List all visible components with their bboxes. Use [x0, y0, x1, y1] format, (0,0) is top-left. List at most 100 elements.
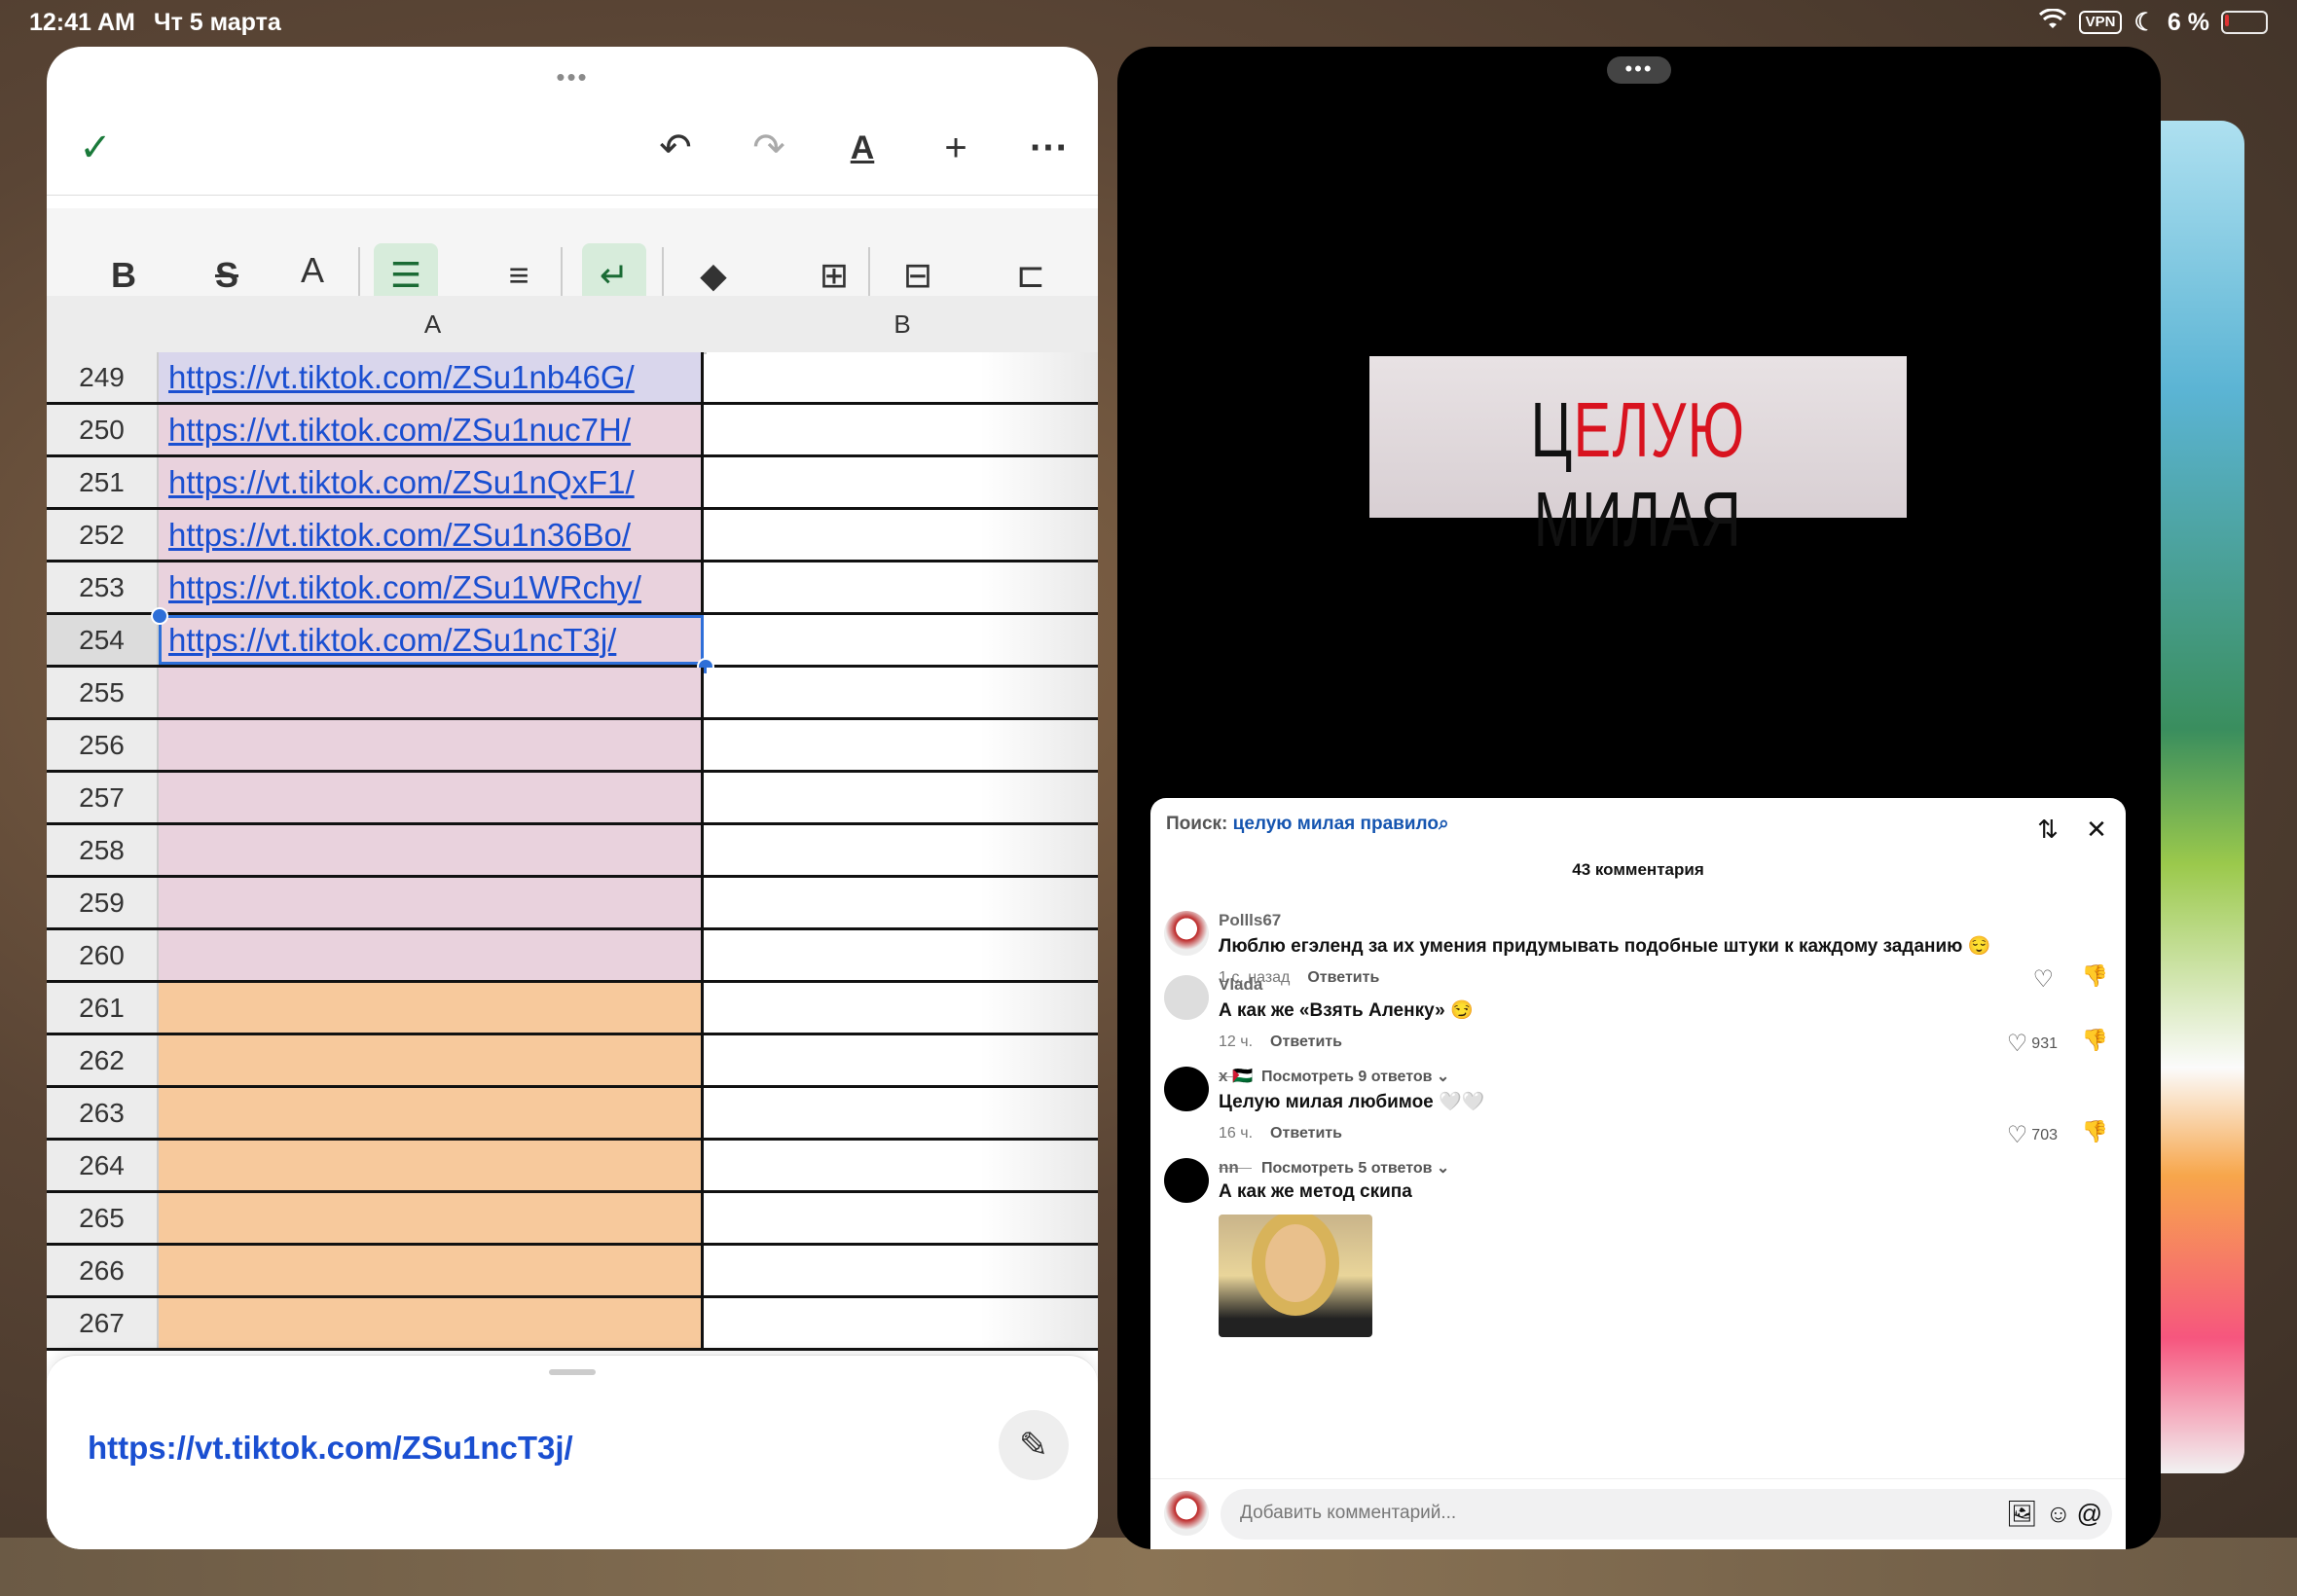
- column-header-a[interactable]: A: [159, 296, 709, 354]
- cell-a[interactable]: [159, 930, 704, 980]
- mention-icon[interactable]: @: [2077, 1499, 2102, 1529]
- cell-b[interactable]: [707, 1141, 1098, 1190]
- like-button[interactable]: ♡ 703: [2007, 1121, 2058, 1149]
- cell-a[interactable]: [159, 1088, 704, 1138]
- avatar[interactable]: [1164, 975, 1209, 1020]
- redo-icon[interactable]: ↷: [740, 119, 798, 177]
- row-header[interactable]: 259: [47, 878, 159, 927]
- column-header-b[interactable]: B: [707, 296, 1098, 354]
- cell-b[interactable]: [707, 1035, 1098, 1085]
- cell-a[interactable]: [159, 1035, 704, 1085]
- cell-b[interactable]: [707, 405, 1098, 454]
- selection-handle-start[interactable]: [151, 607, 168, 625]
- avatar[interactable]: [1164, 1158, 1209, 1203]
- cell-editor-value[interactable]: https://vt.tiktok.com/ZSu1ncT3j/: [88, 1430, 573, 1467]
- cell-b[interactable]: [707, 615, 1098, 665]
- pencil-icon[interactable]: ✎: [999, 1410, 1069, 1480]
- comment-username[interactable]: Pollls67: [1219, 911, 1281, 930]
- cell-b[interactable]: [707, 720, 1098, 770]
- row-header[interactable]: 262: [47, 1035, 159, 1085]
- video-frame[interactable]: ЦЕЛУЮ МИЛАЯ: [1369, 356, 1907, 562]
- cell-a[interactable]: [159, 1193, 704, 1243]
- cell-a[interactable]: [159, 1246, 704, 1295]
- cell-b[interactable]: [707, 773, 1098, 822]
- more-icon[interactable]: ···: [1020, 119, 1078, 177]
- cell-b[interactable]: [707, 1088, 1098, 1138]
- cell-b[interactable]: [707, 983, 1098, 1033]
- dislike-icon[interactable]: 👎: [2082, 1028, 2108, 1053]
- row-header[interactable]: 254: [47, 615, 159, 665]
- cell-a[interactable]: https://vt.tiktok.com/ZSu1ncT3j/: [159, 615, 704, 665]
- reply-button[interactable]: Ответить: [1270, 1034, 1342, 1050]
- search-header[interactable]: Поиск: целую милая правило⌕: [1166, 814, 1449, 835]
- reply-button[interactable]: Ответить: [1270, 1125, 1342, 1142]
- row-header[interactable]: 253: [47, 562, 159, 612]
- row-header[interactable]: 260: [47, 930, 159, 980]
- image-icon[interactable]: 🖼: [2006, 1499, 2038, 1529]
- cell-a[interactable]: [159, 878, 704, 927]
- cell-b[interactable]: [707, 562, 1098, 612]
- cell-b[interactable]: [707, 510, 1098, 560]
- cell-b[interactable]: [707, 1298, 1098, 1348]
- like-button[interactable]: ♡ 931: [2007, 1030, 2058, 1058]
- sort-icon[interactable]: ⇅: [2028, 810, 2067, 849]
- background-app-card[interactable]: [2159, 121, 2244, 1473]
- cell-b[interactable]: [707, 930, 1098, 980]
- cell-a[interactable]: https://vt.tiktok.com/ZSu1nuc7H/: [159, 405, 704, 454]
- cell-a[interactable]: [159, 1298, 704, 1348]
- row-header[interactable]: 249: [47, 352, 159, 402]
- text-color-button[interactable]: A: [280, 243, 345, 304]
- cell-b[interactable]: [707, 352, 1098, 402]
- row-header[interactable]: 265: [47, 1193, 159, 1243]
- row-header[interactable]: 261: [47, 983, 159, 1033]
- row-header[interactable]: 252: [47, 510, 159, 560]
- cell-a[interactable]: https://vt.tiktok.com/ZSu1WRchy/: [159, 562, 704, 612]
- cell-a[interactable]: [159, 1141, 704, 1190]
- undo-icon[interactable]: ↶: [646, 119, 705, 177]
- row-header[interactable]: 258: [47, 825, 159, 875]
- cell-a[interactable]: [159, 720, 704, 770]
- corner-header[interactable]: [47, 296, 159, 354]
- avatar[interactable]: [1164, 911, 1209, 956]
- comment-username[interactable]: x 🇵🇸: [1219, 1067, 1253, 1086]
- row-header[interactable]: 256: [47, 720, 159, 770]
- plus-icon[interactable]: +: [927, 119, 985, 177]
- search-query[interactable]: целую милая правило: [1233, 814, 1439, 834]
- emoji-icon[interactable]: ☺: [2045, 1499, 2071, 1529]
- row-header[interactable]: 255: [47, 668, 159, 717]
- row-header[interactable]: 251: [47, 457, 159, 507]
- comment-image[interactable]: [1219, 1215, 1372, 1337]
- cell-b[interactable]: [707, 668, 1098, 717]
- row-header[interactable]: 266: [47, 1246, 159, 1295]
- text-format-icon[interactable]: A: [833, 119, 892, 177]
- cell-b[interactable]: [707, 1246, 1098, 1295]
- cell-a[interactable]: https://vt.tiktok.com/ZSu1nQxF1/: [159, 457, 704, 507]
- cell-b[interactable]: [707, 878, 1098, 927]
- cell-a[interactable]: [159, 668, 704, 717]
- comment-meta: 16 ч. Ответить: [1219, 1125, 1342, 1143]
- comment-username[interactable]: Vlada: [1219, 975, 1262, 995]
- cell-a[interactable]: [159, 983, 704, 1033]
- panel-grabber[interactable]: [549, 1369, 596, 1375]
- row-header[interactable]: 250: [47, 405, 159, 454]
- row-header[interactable]: 267: [47, 1298, 159, 1348]
- window-grabber[interactable]: •••: [1607, 56, 1671, 84]
- close-icon[interactable]: ✕: [2077, 810, 2116, 849]
- check-icon[interactable]: ✓: [66, 119, 125, 177]
- row-header[interactable]: 257: [47, 773, 159, 822]
- dislike-icon[interactable]: 👎: [2082, 1119, 2108, 1144]
- avatar[interactable]: [1164, 1067, 1209, 1111]
- window-grabber[interactable]: •••: [556, 62, 588, 92]
- comment-input-placeholder: Добавить комментарий...: [1240, 1503, 1457, 1523]
- cell-a[interactable]: https://vt.tiktok.com/ZSu1n36Bo/: [159, 510, 704, 560]
- comment-input[interactable]: Добавить комментарий... 🖼 ☺ @: [1221, 1489, 2112, 1540]
- row-header[interactable]: 263: [47, 1088, 159, 1138]
- cell-a[interactable]: [159, 773, 704, 822]
- cell-a[interactable]: [159, 825, 704, 875]
- cell-a[interactable]: https://vt.tiktok.com/ZSu1nb46G/: [159, 352, 704, 402]
- comment-username[interactable]: nn: [1219, 1158, 1239, 1178]
- row-header[interactable]: 264: [47, 1141, 159, 1190]
- cell-b[interactable]: [707, 1193, 1098, 1243]
- cell-b[interactable]: [707, 457, 1098, 507]
- cell-b[interactable]: [707, 825, 1098, 875]
